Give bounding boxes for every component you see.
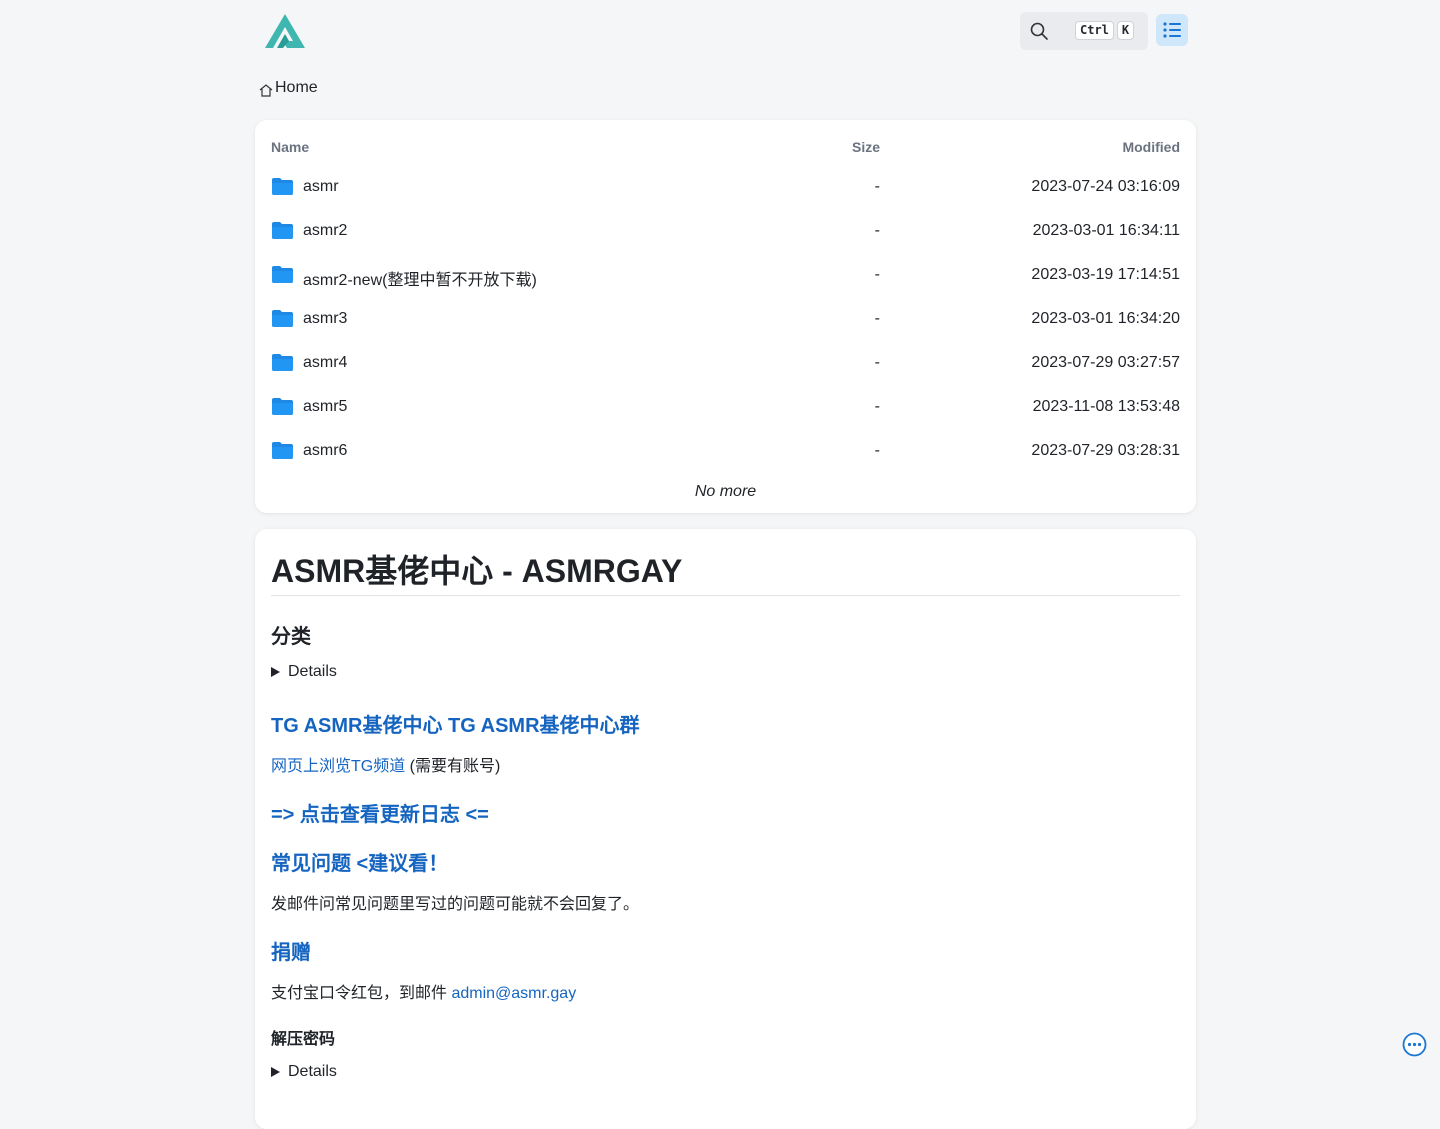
details-label: Details xyxy=(288,1063,337,1080)
file-row[interactable]: asmr2 - 2023-03-01 16:34:11 xyxy=(255,210,1196,254)
tg-group-link[interactable]: TG ASMR基佬中心群 xyxy=(448,715,639,737)
folder-icon xyxy=(271,221,294,240)
file-size: - xyxy=(874,222,880,239)
home-icon xyxy=(259,83,273,97)
changelog-link[interactable]: => 点击查看更新日志 <= xyxy=(271,798,489,827)
disclosure-triangle-icon xyxy=(271,1067,280,1077)
tg-channel-link[interactable]: TG ASMR基佬中心 xyxy=(271,715,442,737)
email-link[interactable]: admin@asmr.gay xyxy=(451,985,576,1002)
title-divider xyxy=(271,595,1180,596)
column-name-header[interactable]: Name xyxy=(271,139,309,155)
file-size: - xyxy=(874,178,880,195)
password-details-toggle[interactable]: Details xyxy=(271,1063,337,1081)
list-icon xyxy=(1163,22,1181,38)
file-row[interactable]: asmr2-new(整理中暂不开放下载) - 2023-03-19 17:14:51 xyxy=(255,254,1196,298)
file-modified: 2023-11-08 13:53:48 xyxy=(1032,398,1180,415)
breadcrumb-home-link[interactable]: Home xyxy=(275,79,318,97)
file-row[interactable]: asmr3 - 2023-03-01 16:34:20 xyxy=(255,298,1196,342)
faq-note: 发邮件问常见问题里写过的问题可能就不会回复了。 xyxy=(271,896,640,913)
file-modified: 2023-03-01 16:34:20 xyxy=(1031,310,1180,327)
password-heading: 解压密码 xyxy=(271,1031,336,1048)
file-size: - xyxy=(874,266,880,283)
web-tg-paragraph: 网页上浏览TG频道 (需要有账号) xyxy=(271,752,500,776)
file-size: - xyxy=(874,354,880,371)
file-size: - xyxy=(874,442,880,459)
file-row[interactable]: asmr - 2023-07-24 03:16:09 xyxy=(255,166,1196,210)
file-name[interactable]: asmr3 xyxy=(303,310,347,328)
readme-title: ASMR基佬中心 - ASMRGAY xyxy=(271,553,683,589)
web-tg-link[interactable]: 网页上浏览TG频道 xyxy=(271,758,405,775)
category-heading: 分类 xyxy=(271,626,311,648)
web-tg-note: (需要有账号) xyxy=(405,758,501,775)
logo-icon[interactable] xyxy=(263,12,307,50)
donate-link[interactable]: 捐赠 xyxy=(271,936,311,965)
search-button[interactable]: Ctrl K xyxy=(1020,12,1148,50)
donate-paragraph: 支付宝口令红包，到邮件 admin@asmr.gay xyxy=(271,979,576,1003)
file-size: - xyxy=(874,310,880,327)
shortcut-hint: Ctrl K xyxy=(1075,21,1135,40)
top-bar: Ctrl K xyxy=(255,0,1196,60)
file-list: Name Size Modified asmr - 2023-07-24 03:16… xyxy=(255,120,1196,513)
file-row[interactable]: asmr5 - 2023-11-08 13:53:48 xyxy=(255,386,1196,430)
more-options-icon[interactable] xyxy=(1402,1032,1427,1057)
file-row[interactable]: asmr6 - 2023-07-29 03:28:31 xyxy=(255,430,1196,474)
folder-icon xyxy=(271,353,294,372)
column-modified-header[interactable]: Modified xyxy=(1122,139,1180,155)
column-size-header[interactable]: Size xyxy=(852,139,880,155)
file-name[interactable]: asmr5 xyxy=(303,398,347,416)
file-name[interactable]: asmr6 xyxy=(303,442,347,460)
readme-panel: ASMR基佬中心 - ASMRGAY 分类 Details TG ASMR基佬中… xyxy=(255,529,1196,1129)
file-name[interactable]: asmr2 xyxy=(303,222,347,240)
breadcrumb: Home xyxy=(259,77,318,99)
file-modified: 2023-07-29 03:27:57 xyxy=(1031,354,1180,371)
toc-toggle-button[interactable] xyxy=(1156,14,1188,46)
details-label: Details xyxy=(288,663,337,680)
file-modified: 2023-03-19 17:14:51 xyxy=(1031,266,1180,283)
kbd-k: K xyxy=(1116,21,1135,40)
file-modified: 2023-03-01 16:34:11 xyxy=(1032,222,1180,239)
category-details-toggle[interactable]: Details xyxy=(271,663,337,681)
kbd-ctrl: Ctrl xyxy=(1075,21,1114,40)
faq-link[interactable]: 常见问题 <建议看！ xyxy=(271,847,448,876)
folder-icon xyxy=(271,265,294,284)
file-modified: 2023-07-24 03:16:09 xyxy=(1031,178,1180,195)
file-modified: 2023-07-29 03:28:31 xyxy=(1031,442,1180,459)
file-size: - xyxy=(874,398,880,415)
tg-heading: TG ASMR基佬中心 TG ASMR基佬中心群 xyxy=(271,709,640,738)
folder-icon xyxy=(271,441,294,460)
donate-text: 支付宝口令红包，到邮件 xyxy=(271,985,452,1002)
file-name[interactable]: asmr xyxy=(303,178,339,196)
folder-icon xyxy=(271,309,294,328)
file-name[interactable]: asmr2-new(整理中暂不开放下载) xyxy=(303,266,537,290)
file-row[interactable]: asmr4 - 2023-07-29 03:27:57 xyxy=(255,342,1196,386)
folder-icon xyxy=(271,177,294,196)
folder-icon xyxy=(271,397,294,416)
list-end-label: No more xyxy=(694,483,757,500)
disclosure-triangle-icon xyxy=(271,667,280,677)
file-name[interactable]: asmr4 xyxy=(303,354,347,372)
search-icon xyxy=(1030,22,1048,40)
